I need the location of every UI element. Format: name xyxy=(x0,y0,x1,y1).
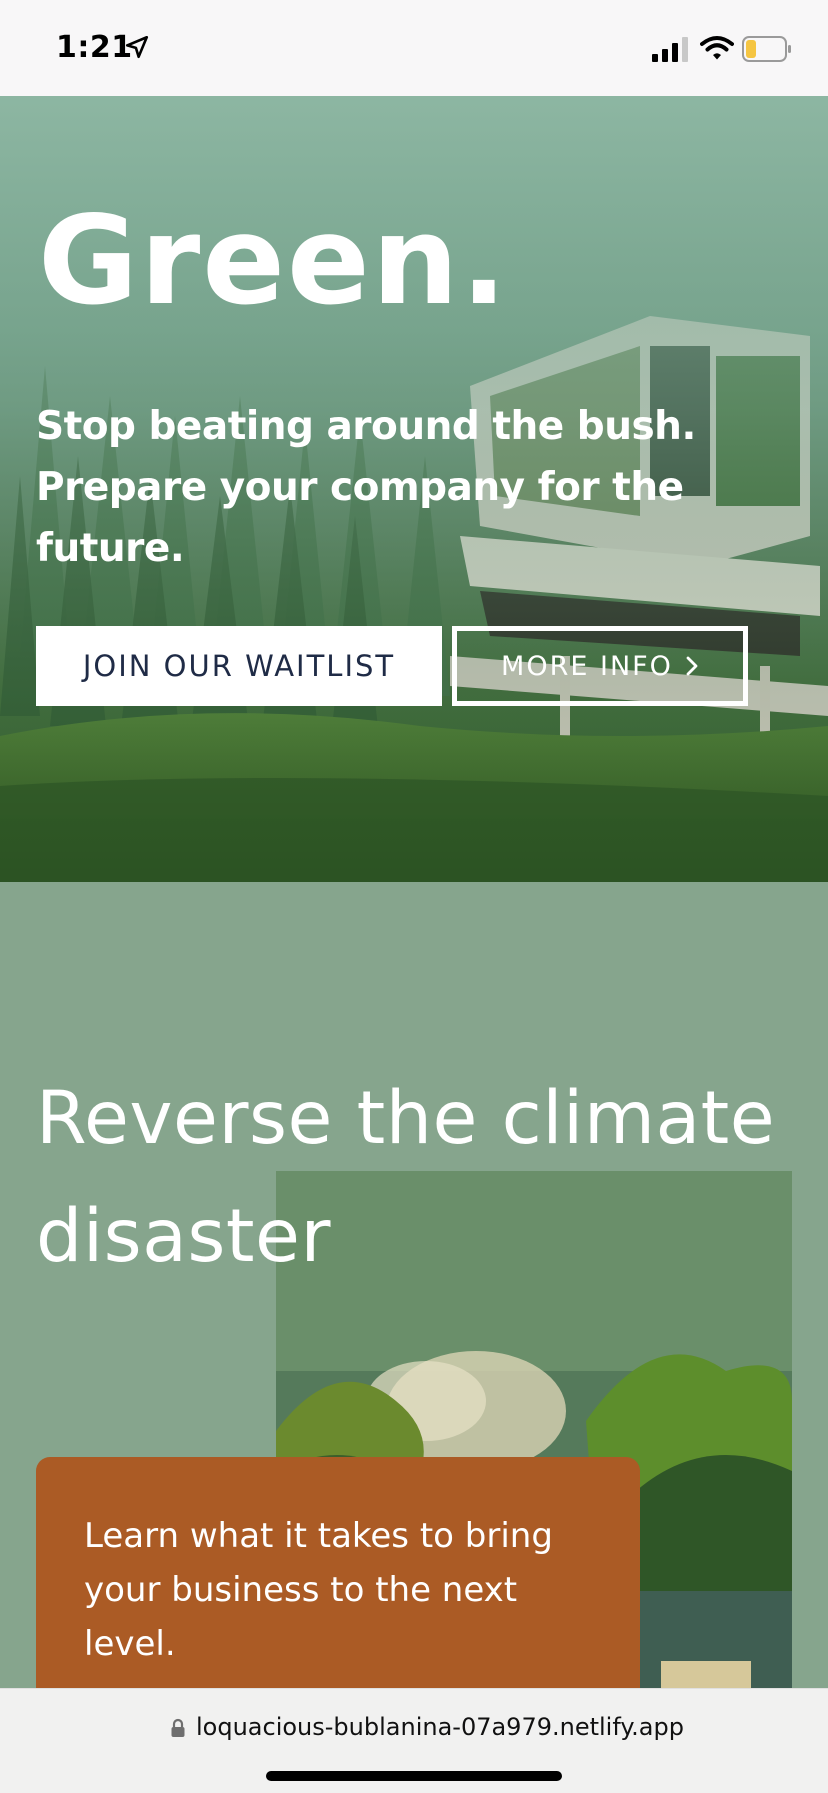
more-info-label: MORE INFO xyxy=(501,650,673,682)
cellular-signal-icon xyxy=(652,37,688,62)
url-text[interactable]: loquacious-bublanina-07a979.netlify.app xyxy=(196,1713,684,1741)
chevron-right-icon xyxy=(686,656,698,676)
status-bar: 1:21 xyxy=(0,0,828,96)
join-waitlist-label: JOIN OUR WAITLIST xyxy=(82,649,396,683)
home-indicator xyxy=(266,1771,562,1781)
battery-icon xyxy=(742,36,791,62)
climate-section: Reverse the climate disaster Learn what … xyxy=(0,882,828,1792)
hero-tagline: Stop beating around the bush. Prepare yo… xyxy=(36,404,696,571)
hero-section: Green. Stop beating around the bush. Pre… xyxy=(0,96,828,882)
join-waitlist-button[interactable]: JOIN OUR WAITLIST xyxy=(36,626,442,706)
more-info-button[interactable]: MORE INFO xyxy=(452,626,748,706)
browser-url-bar[interactable]: loquacious-bublanina-07a979.netlify.app xyxy=(0,1688,828,1793)
status-time: 1:21 xyxy=(56,30,133,65)
hero-title: Green. xyxy=(38,190,509,332)
location-arrow-icon xyxy=(125,35,149,59)
lock-icon xyxy=(171,1718,185,1737)
wifi-icon xyxy=(700,36,734,60)
section-title: Reverse the climate disaster xyxy=(36,1076,776,1279)
info-card-text: Learn what it takes to bring your busine… xyxy=(84,1516,553,1664)
